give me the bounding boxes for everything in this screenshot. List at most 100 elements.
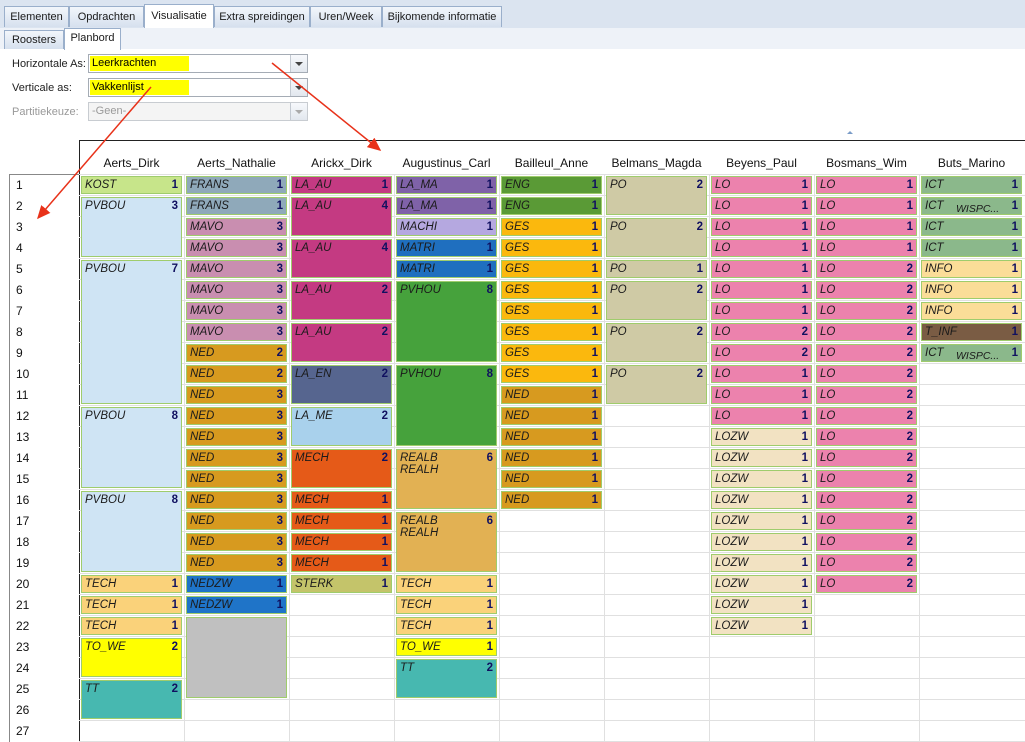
subject-block[interactable]: PO 2 — [606, 323, 707, 362]
column-header[interactable]: Aerts_Nathalie — [184, 156, 289, 170]
subject-block[interactable]: MECH 2 — [291, 449, 392, 488]
subject-block[interactable]: PVBOU 7 — [81, 260, 182, 404]
subject-block[interactable]: GES 1 — [501, 281, 602, 299]
subject-block[interactable]: REALB REALH 6 — [396, 512, 497, 572]
subject-block[interactable]: LO 1 — [711, 197, 812, 215]
tab-uren-week[interactable]: Uren/Week — [310, 6, 382, 27]
subject-block[interactable]: LO 2 — [816, 512, 917, 530]
chevron-down-icon[interactable] — [290, 79, 307, 96]
tab-opdrachten[interactable]: Opdrachten — [69, 6, 144, 27]
horizontal-axis-select[interactable]: Leerkrachten — [88, 54, 308, 73]
subject-block[interactable]: NED 3 — [186, 533, 287, 551]
subject-block[interactable]: LO 2 — [816, 323, 917, 341]
subject-block[interactable]: TECH 1 — [81, 617, 182, 635]
column-header[interactable]: Belmans_Magda — [604, 156, 709, 170]
subject-block[interactable]: INFO 1 — [921, 281, 1022, 299]
subject-block[interactable]: MAVO 3 — [186, 281, 287, 299]
subject-block[interactable]: NED 3 — [186, 407, 287, 425]
column-header[interactable]: Bailleul_Anne — [499, 156, 604, 170]
subject-block[interactable]: ICT WISPC... 1 — [921, 197, 1022, 215]
vertical-axis-select[interactable]: Vakkenlijst — [88, 78, 308, 97]
subject-block[interactable]: LO 2 — [816, 344, 917, 362]
subject-block[interactable]: FRANS 1 — [186, 176, 287, 194]
tab-bijkomende-informatie[interactable]: Bijkomende informatie — [382, 6, 502, 27]
subject-block[interactable]: TT 2 — [396, 659, 497, 698]
subject-block[interactable]: NED 1 — [501, 491, 602, 509]
subject-block[interactable]: LO 1 — [711, 407, 812, 425]
tab-extra-spreidingen[interactable]: Extra spreidingen — [214, 6, 310, 27]
subject-block[interactable]: LO 1 — [816, 218, 917, 236]
subject-block[interactable]: ICT WISPC... 1 — [921, 344, 1022, 362]
subject-block[interactable]: PVHOU 8 — [396, 281, 497, 362]
subject-block[interactable]: LOZW 1 — [711, 575, 812, 593]
subject-block[interactable]: NED 1 — [501, 386, 602, 404]
subject-block[interactable]: GES 1 — [501, 323, 602, 341]
subject-block[interactable]: LA_ME 2 — [291, 407, 392, 446]
subtab-roosters[interactable]: Roosters — [4, 30, 64, 49]
subject-block[interactable]: NED 3 — [186, 449, 287, 467]
subject-block[interactable]: LOZW 1 — [711, 428, 812, 446]
subject-block[interactable]: ENG 1 — [501, 176, 602, 194]
subject-block[interactable]: LOZW 1 — [711, 491, 812, 509]
subject-block[interactable]: NEDZW 1 — [186, 575, 287, 593]
subject-block[interactable]: MECH 1 — [291, 533, 392, 551]
subject-block[interactable]: INFO 1 — [921, 260, 1022, 278]
subject-block[interactable]: PO 1 — [606, 260, 707, 278]
subject-block[interactable]: LA_MA 1 — [396, 197, 497, 215]
subject-block[interactable]: MATRI 1 — [396, 239, 497, 257]
subject-block[interactable]: LO 2 — [816, 575, 917, 593]
subject-block[interactable]: LO 1 — [711, 239, 812, 257]
subject-block[interactable]: TECH 1 — [81, 575, 182, 593]
subject-block[interactable]: STERK 1 — [291, 575, 392, 593]
subject-block[interactable]: NED 3 — [186, 428, 287, 446]
subject-block[interactable]: ENG 1 — [501, 197, 602, 215]
subject-block[interactable]: LOZW 1 — [711, 449, 812, 467]
subject-block[interactable]: LO 1 — [711, 386, 812, 404]
subtab-planbord[interactable]: Planbord — [64, 28, 121, 50]
subject-block[interactable]: GES 1 — [501, 302, 602, 320]
subject-block[interactable]: LO 2 — [816, 554, 917, 572]
subject-block[interactable]: LA_AU 1 — [291, 176, 392, 194]
subject-block[interactable]: KOST 1 — [81, 176, 182, 194]
subject-block[interactable]: MAVO 3 — [186, 239, 287, 257]
subject-block[interactable]: LO 2 — [816, 533, 917, 551]
column-header[interactable]: Buts_Marino — [919, 156, 1024, 170]
column-header[interactable]: Bosmans_Wim — [814, 156, 919, 170]
subject-block[interactable]: ICT 1 — [921, 239, 1022, 257]
subject-block[interactable]: TO_WE 2 — [81, 638, 182, 677]
subject-block[interactable]: LA_AU 2 — [291, 281, 392, 320]
subject-block[interactable]: MAVO 3 — [186, 260, 287, 278]
subject-block[interactable]: MECH 1 — [291, 491, 392, 509]
subject-block[interactable]: NED 2 — [186, 365, 287, 383]
subject-block[interactable]: LO 2 — [816, 449, 917, 467]
subject-block[interactable]: LOZW 1 — [711, 533, 812, 551]
subject-block[interactable]: LO 2 — [816, 281, 917, 299]
subject-block[interactable]: TECH 1 — [81, 596, 182, 614]
subject-block[interactable]: MAVO 3 — [186, 302, 287, 320]
subject-block[interactable]: GES 1 — [501, 218, 602, 236]
subject-block[interactable]: T_INF 1 — [921, 323, 1022, 341]
subject-block[interactable]: LO 2 — [711, 344, 812, 362]
subject-block[interactable]: LO 1 — [816, 239, 917, 257]
subject-block[interactable]: LO 2 — [711, 323, 812, 341]
subject-block[interactable]: PVBOU 8 — [81, 407, 182, 488]
subject-block[interactable]: REALB REALH 6 — [396, 449, 497, 509]
column-header[interactable]: Aerts_Dirk — [79, 156, 184, 170]
subject-block[interactable]: LO 1 — [711, 281, 812, 299]
subject-block[interactable]: NED 3 — [186, 470, 287, 488]
subject-block[interactable]: TECH 1 — [396, 575, 497, 593]
subject-block[interactable]: LO 2 — [816, 365, 917, 383]
tab-elementen[interactable]: Elementen — [4, 6, 69, 27]
subject-block[interactable]: LO 2 — [816, 491, 917, 509]
subject-block[interactable]: NED 1 — [501, 428, 602, 446]
subject-block[interactable]: NED 3 — [186, 554, 287, 572]
subject-block[interactable]: LO 1 — [711, 365, 812, 383]
subject-block[interactable]: NEDZW 1 — [186, 596, 287, 614]
subject-block[interactable]: PO 2 — [606, 218, 707, 257]
subject-block[interactable]: LO 1 — [816, 197, 917, 215]
tab-visualisatie[interactable]: Visualisatie — [144, 4, 214, 29]
splitter-grip-icon[interactable] — [847, 131, 853, 134]
subject-block[interactable]: PVBOU 3 — [81, 197, 182, 257]
subject-block[interactable]: FRANS 1 — [186, 197, 287, 215]
subject-block[interactable]: PO 2 — [606, 176, 707, 215]
